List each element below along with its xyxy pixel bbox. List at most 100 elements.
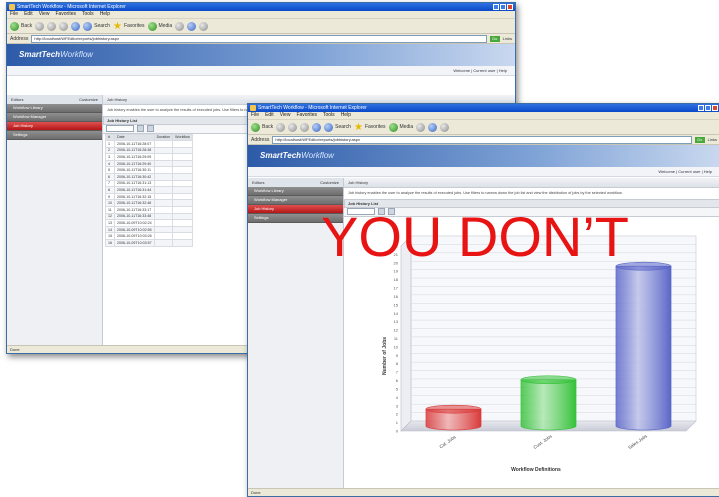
- media-button[interactable]: Media: [147, 21, 172, 31]
- y-axis-ticks: 012345678910111213141516171819202122: [394, 244, 399, 434]
- menu-edit[interactable]: Edit: [265, 112, 274, 119]
- maximize-icon[interactable]: [705, 105, 711, 111]
- bar-cust-jobs[interactable]: [520, 375, 577, 431]
- menu-tools[interactable]: Tools: [82, 11, 94, 18]
- title-bar[interactable]: SmartTech Workflow - Microsoft Internet …: [248, 104, 719, 112]
- back-button[interactable]: Back: [251, 122, 273, 132]
- x-tick-label: Cat. Jobs: [438, 434, 457, 449]
- forward-arrow-icon[interactable]: [276, 122, 286, 132]
- stop-icon[interactable]: [288, 122, 298, 132]
- mail-icon[interactable]: [428, 122, 438, 132]
- filter-button[interactable]: [137, 125, 144, 132]
- filter-select[interactable]: [106, 125, 134, 132]
- menu-file[interactable]: File: [251, 112, 259, 119]
- print-icon[interactable]: [440, 122, 450, 132]
- table-row[interactable]: 13 2006-10-09T10:02:24: [105, 219, 193, 227]
- table-row[interactable]: 12 2006-10-11T16:33:48: [105, 212, 193, 221]
- go-button[interactable]: Go: [694, 136, 705, 143]
- table-row[interactable]: 16 2006-10-09T10:03:57: [105, 239, 193, 247]
- table-row[interactable]: 9 2006-10-11T16:32:15: [105, 192, 193, 201]
- address-input[interactable]: http://localhost/WFEditor/reports/jobhis…: [272, 135, 692, 144]
- search-button[interactable]: Search: [324, 122, 351, 132]
- links-label[interactable]: Links: [708, 137, 717, 142]
- table-row[interactable]: 8 2006-10-11T16:31:44: [105, 186, 193, 194]
- go-button[interactable]: Go: [489, 35, 500, 42]
- table-row[interactable]: 11 2006-10-11T16:33:17: [105, 206, 193, 214]
- y-tick-label: 2: [396, 412, 399, 417]
- back-button[interactable]: Back: [10, 21, 32, 31]
- sidebar-item-workflow-library[interactable]: Workflow Library: [7, 104, 102, 113]
- menu-file[interactable]: File: [10, 11, 18, 18]
- table-cell: 16: [105, 239, 115, 247]
- history-icon[interactable]: [175, 21, 185, 31]
- favorites-button[interactable]: ★ Favorites: [113, 21, 145, 31]
- table-row[interactable]: 10 2006-10-11T16:32:46: [105, 199, 193, 208]
- column-header[interactable]: Duration: [153, 133, 174, 142]
- table-cell: 9: [105, 192, 115, 201]
- favorites-button[interactable]: ★ Favorites: [354, 122, 386, 132]
- bar-sales-jobs[interactable]: [615, 261, 672, 431]
- sidebar-item-job-history[interactable]: Job History: [7, 122, 102, 131]
- y-tick-label: 13: [394, 319, 399, 324]
- menu-view[interactable]: View: [39, 11, 50, 18]
- refresh-icon[interactable]: [300, 122, 310, 132]
- table-cell: 10: [105, 199, 115, 208]
- table-row[interactable]: 4 2006-10-11T16:29:40: [105, 159, 193, 168]
- menu-view[interactable]: View: [280, 112, 291, 119]
- table-row[interactable]: 6 2006-10-11T16:30:42: [105, 173, 193, 181]
- table-row[interactable]: 1 2006-10-11T16:28:07: [105, 140, 193, 148]
- sidebar-item-workflow-library[interactable]: Workflow Library: [248, 187, 343, 196]
- refresh-list-button[interactable]: [147, 125, 154, 132]
- mail-icon[interactable]: [187, 21, 197, 31]
- print-icon[interactable]: [199, 21, 209, 31]
- menu-favorites[interactable]: Favorites: [55, 11, 76, 18]
- sidebar-item-workflow-manager[interactable]: Workflow Manager: [7, 113, 102, 122]
- sidebar-item-settings[interactable]: Settings: [7, 131, 102, 140]
- table-cell: 5: [105, 166, 115, 175]
- links-label[interactable]: Links: [503, 36, 512, 41]
- menu-help[interactable]: Help: [341, 112, 351, 119]
- menu-favorites[interactable]: Favorites: [296, 112, 317, 119]
- column-header[interactable]: Date: [114, 133, 155, 142]
- ie-icon: [9, 4, 15, 10]
- title-bar[interactable]: SmartTech Workflow - Microsoft Internet …: [7, 3, 515, 11]
- home-icon[interactable]: [312, 122, 322, 132]
- user-info[interactable]: Welcome | Current user | Help: [248, 167, 719, 177]
- table-row[interactable]: 15 2006-10-09T10:03:26: [105, 232, 193, 240]
- menu-tools[interactable]: Tools: [323, 112, 335, 119]
- column-header[interactable]: #: [105, 133, 115, 142]
- browser-window-front[interactable]: SmartTech Workflow - Microsoft Internet …: [247, 103, 719, 497]
- home-icon[interactable]: [71, 21, 81, 31]
- maximize-icon[interactable]: [500, 4, 506, 10]
- sidebar: Editors Customize Workflow Library Workf…: [7, 95, 103, 346]
- close-icon[interactable]: [712, 105, 718, 111]
- customize-link[interactable]: Customize: [320, 180, 339, 185]
- customize-link[interactable]: Customize: [79, 97, 98, 102]
- table-row[interactable]: 5 2006-10-11T16:30:11: [105, 166, 193, 175]
- table-cell: [172, 239, 193, 247]
- search-button[interactable]: Search: [83, 21, 110, 31]
- minimize-icon[interactable]: [493, 4, 499, 10]
- minimize-icon[interactable]: [698, 105, 704, 111]
- table-row[interactable]: 2 2006-10-11T16:28:38: [105, 146, 193, 155]
- address-input[interactable]: http://localhost/WFEditor/reports/jobhis…: [31, 34, 487, 43]
- table-row[interactable]: 3 2006-10-11T16:29:09: [105, 153, 193, 161]
- menu-edit[interactable]: Edit: [24, 11, 33, 18]
- table-cell: 1: [105, 140, 115, 148]
- column-header[interactable]: Workflow: [172, 133, 193, 142]
- refresh-icon[interactable]: [59, 21, 69, 31]
- user-info[interactable]: Welcome | Current user | Help: [7, 66, 515, 76]
- table-row[interactable]: 7 2006-10-11T16:31:13: [105, 179, 193, 188]
- menu-help[interactable]: Help: [100, 11, 110, 18]
- close-icon[interactable]: [507, 4, 513, 10]
- table-cell: 2006-10-11T16:29:09: [114, 153, 155, 161]
- y-tick-label: 18: [394, 277, 399, 282]
- media-button[interactable]: Media: [388, 122, 413, 132]
- forward-arrow-icon[interactable]: [35, 21, 45, 31]
- search-icon: [324, 122, 334, 132]
- table-row[interactable]: 14 2006-10-09T10:02:55: [105, 225, 193, 234]
- history-icon[interactable]: [416, 122, 426, 132]
- table-cell: 2006-10-11T16:32:46: [114, 199, 155, 208]
- bar-cat-jobs[interactable]: [425, 404, 482, 431]
- stop-icon[interactable]: [47, 21, 57, 31]
